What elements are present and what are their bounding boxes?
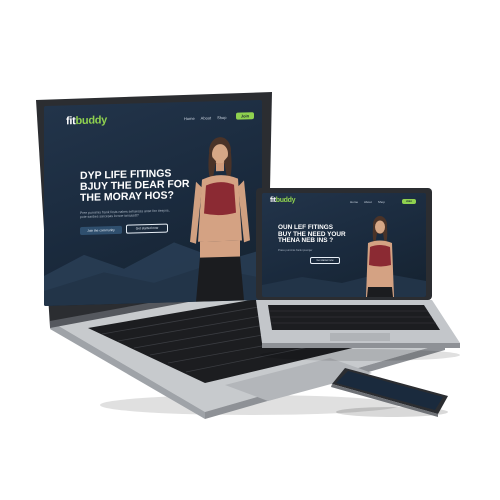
smartphone	[331, 368, 448, 417]
device-mockup-scene: fitbuddy Home About Shop Join DYP LIFE F…	[0, 0, 500, 500]
